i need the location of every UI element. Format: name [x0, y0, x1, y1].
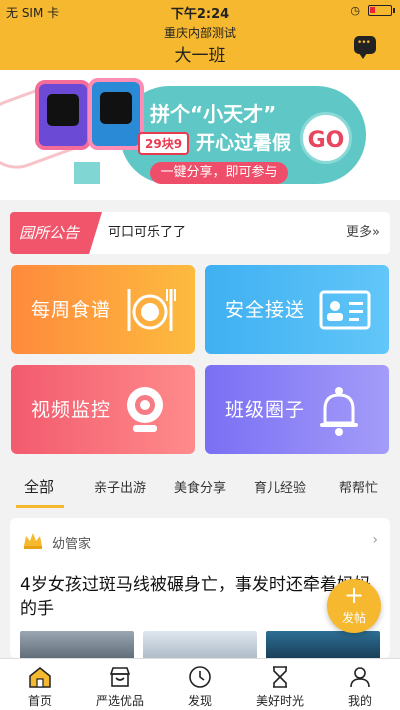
tile-class-circle[interactable]: 班级圈子 — [205, 365, 389, 454]
feed-thumbnail[interactable] — [143, 631, 257, 658]
post-button[interactable]: + 发帖 — [327, 579, 381, 633]
tile-label: 每周食谱 — [31, 299, 112, 321]
nav-label: 首页 — [27, 694, 52, 708]
tab-help[interactable]: 帮帮忙 — [339, 477, 378, 496]
tab-all[interactable]: 全部 — [24, 476, 54, 497]
tab-food-share[interactable]: 美食分享 — [174, 477, 226, 496]
tile-label: 班级圈子 — [225, 399, 306, 421]
nav-home[interactable]: 首页 — [0, 659, 80, 710]
smartwatch-pink-image — [35, 80, 91, 150]
feed-title[interactable]: 4岁女孩过斑马线被碾身亡，事发时还牵着妈妈的手 — [20, 573, 380, 621]
active-tab-indicator — [16, 505, 64, 508]
nav-good-times[interactable]: 美好时光 — [240, 659, 320, 710]
class-name[interactable]: 大一班 — [0, 41, 400, 66]
notice-bar[interactable]: 园所公告 可口可乐了了 更多» — [10, 212, 390, 254]
crown-avatar-icon — [24, 533, 42, 549]
more-label: 更多 — [346, 225, 373, 240]
status-time: 下午2:24 — [170, 7, 230, 22]
feed-author[interactable]: 幼管家 — [52, 533, 91, 552]
promo-banner[interactable]: 拼个“小天才” 29块9 开心过暑假 一键分享，即可参与 GO — [0, 70, 400, 200]
header: 无 SIM 卡 下午2:24 ◷ 重庆内部测试 大一班 — [0, 0, 400, 70]
home-icon — [29, 667, 51, 688]
tile-weekly-menu[interactable]: 每周食谱 — [11, 265, 195, 354]
notice-text[interactable]: 可口可乐了了 — [108, 212, 186, 254]
nav-label: 美好时光 — [255, 694, 304, 708]
double-chevron-icon: » — [372, 225, 380, 240]
notice-tag: 园所公告 — [10, 212, 102, 254]
nav-label: 发现 — [187, 694, 212, 708]
more-link[interactable]: 更多» — [346, 212, 380, 254]
chat-bubble-icon[interactable] — [354, 36, 376, 59]
feed-thumbnails — [20, 631, 380, 658]
alarm-icon: ◷ — [350, 4, 360, 17]
tab-family-trips[interactable]: 亲子出游 — [94, 477, 146, 496]
id-card-icon — [319, 290, 371, 330]
shop-icon — [109, 667, 131, 687]
headline-prefix: 拼个 — [150, 102, 190, 126]
battery-icon — [368, 5, 392, 16]
nav-discover[interactable]: 发现 — [160, 659, 240, 710]
status-bar: 无 SIM 卡 下午2:24 ◷ — [0, 0, 400, 22]
user-icon — [350, 667, 370, 688]
banner-headline: 拼个“小天才” — [150, 98, 276, 127]
post-label: 发帖 — [341, 611, 366, 625]
watch-screen — [100, 92, 132, 124]
hourglass-icon — [273, 666, 287, 688]
category-tabs: 全部 亲子出游 美食分享 育儿经验 帮帮忙 — [0, 465, 400, 508]
go-button[interactable]: GO — [300, 112, 352, 164]
webcam-icon — [127, 387, 163, 432]
feed-thumbnail[interactable] — [20, 631, 134, 658]
school-name: 重庆内部测试 — [163, 26, 236, 40]
tile-safe-pickup[interactable]: 安全接送 — [205, 265, 389, 354]
tab-parenting[interactable]: 育儿经验 — [254, 477, 306, 496]
compass-icon — [189, 666, 211, 688]
plus-icon: + — [343, 581, 365, 609]
nav-profile[interactable]: 我的 — [320, 659, 400, 710]
nav-label: 我的 — [347, 694, 372, 708]
banner-slogan: 开心过暑假 — [196, 132, 292, 154]
nav-label: 严选优品 — [95, 694, 144, 708]
share-pill[interactable]: 一键分享，即可参与 — [150, 162, 288, 184]
battery-tip — [393, 8, 395, 13]
headline-quote: “小天才” — [190, 102, 277, 126]
watch-screen — [47, 94, 79, 126]
nav-shop[interactable]: 严选优品 — [80, 659, 160, 710]
tile-label: 视频监控 — [31, 399, 112, 421]
smartwatch-blue-image — [88, 78, 144, 150]
tile-video-monitor[interactable]: 视频监控 — [11, 365, 195, 454]
chevron-right-icon[interactable]: › — [372, 532, 378, 548]
price-tag: 29块9 — [138, 132, 190, 155]
bell-icon — [320, 387, 358, 436]
feed-thumbnail[interactable] — [266, 631, 380, 658]
gift-box-icon — [72, 160, 102, 186]
plate-fork-knife-icon — [127, 289, 176, 331]
bottom-nav: 首页 严选优品 发现 美好时光 我的 — [0, 658, 400, 710]
tile-label: 安全接送 — [225, 299, 306, 321]
